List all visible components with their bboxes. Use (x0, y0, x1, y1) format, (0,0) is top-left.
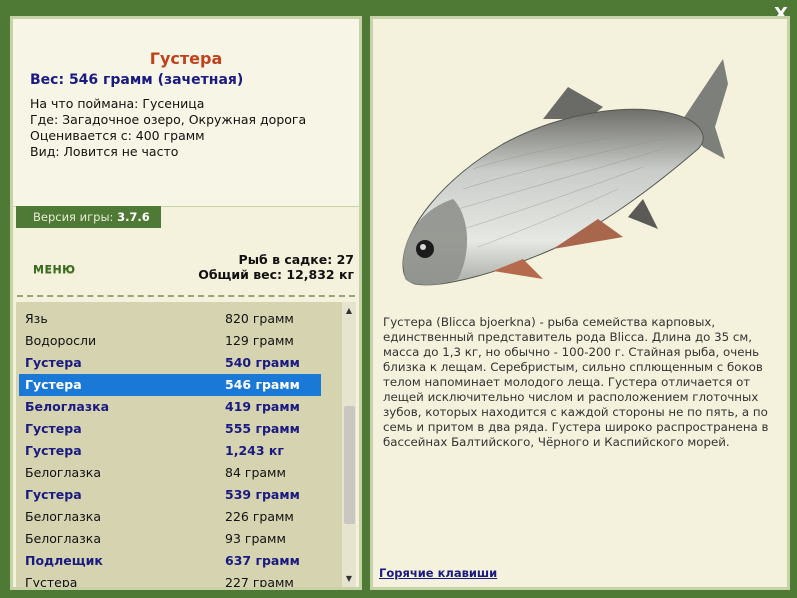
catch-fish-name: Густера (25, 443, 82, 458)
catch-list[interactable]: Язь 820 грамм Водоросли 129 грамм Густера 540… (16, 302, 356, 587)
scroll-down-arrow-icon[interactable]: ▼ (342, 572, 356, 586)
catch-fish-weight: 84 грамм (225, 465, 286, 480)
catch-fish-name: Подлещик (25, 553, 103, 568)
catch-list-row[interactable]: Язь 820 грамм (19, 308, 321, 330)
catch-fish-weight: 1,243 кг (225, 443, 284, 458)
catch-fish-name: Густера (25, 355, 82, 370)
fish-image (402, 59, 728, 286)
catch-fish-name: Густера (25, 377, 82, 392)
version-bar: Версия игры: 3.7.6 (16, 206, 161, 228)
scroll-up-arrow-icon[interactable]: ▲ (342, 304, 356, 318)
catch-fish-weight: 540 грамм (225, 355, 300, 370)
fish-weight: Вес: 546 грамм (зачетная) (30, 72, 244, 88)
catch-fish-weight: 227 грамм (225, 575, 294, 587)
catch-fish-weight: 93 грамм (225, 531, 286, 546)
menu-button[interactable]: МЕНЮ (33, 263, 76, 276)
catch-list-row[interactable]: Густера 539 грамм (19, 484, 321, 506)
catch-fish-weight: 555 грамм (225, 421, 300, 436)
left-panel: Густера Вес: 546 грамм (зачетная) На что… (10, 16, 362, 590)
hotkeys-link[interactable]: Горячие клавиши (379, 566, 497, 580)
catch-list-row[interactable]: Густера 540 грамм (19, 352, 321, 374)
catch-fish-name: Белоглазка (25, 465, 101, 480)
rarity-info: Вид: Ловится не часто (30, 144, 179, 159)
catch-fish-name: Водоросли (25, 333, 97, 348)
catch-fish-weight: 226 грамм (225, 509, 294, 524)
cage-stats: Рыб в садке: 27 Общий вес: 12,832 кг (198, 252, 354, 282)
catch-fish-name: Густера (25, 421, 82, 436)
catch-fish-weight: 129 грамм (225, 333, 294, 348)
location-info: Где: Загадочное озеро, Окружная дорога (30, 112, 307, 127)
catch-fish-weight: 546 грамм (225, 377, 300, 392)
fish-info-lines: На что поймана: Гусеница Где: Загадочное… (30, 96, 306, 160)
divider (17, 295, 355, 297)
catch-list-row[interactable]: Густера 1,243 кг (19, 440, 321, 462)
scrollbar[interactable]: ▲ ▼ (342, 302, 356, 587)
cage-count: Рыб в садке: 27 (238, 252, 354, 267)
catch-fish-name: Белоглазка (25, 509, 101, 524)
scrollbar-thumb[interactable] (344, 406, 355, 524)
catch-fish-name: Густера (25, 487, 82, 502)
right-panel: Густера (Blicca bjoerkna) - рыба семейст… (370, 16, 790, 590)
catch-list-row[interactable]: Водоросли 129 грамм (19, 330, 321, 352)
catch-fish-name: Густера (25, 575, 78, 587)
catch-fish-name: Белоглазка (25, 399, 110, 414)
bait-info: На что поймана: Гусеница (30, 96, 205, 111)
catch-list-row[interactable]: Белоглазка 93 грамм (19, 528, 321, 550)
catch-list-row[interactable]: Густера 227 грамм (19, 572, 321, 587)
catch-list-row[interactable]: Густера 555 грамм (19, 418, 321, 440)
fish-info-box: Густера Вес: 546 грамм (зачетная) На что… (13, 19, 359, 207)
catch-fish-weight: 539 грамм (225, 487, 300, 502)
cage-total-weight: Общий вес: 12,832 кг (198, 267, 354, 282)
threshold-info: Оценивается с: 400 грамм (30, 128, 205, 143)
version-value: 3.7.6 (117, 210, 150, 224)
catch-list-row[interactable]: Подлещик 637 грамм (19, 550, 321, 572)
catch-fish-weight: 637 грамм (225, 553, 300, 568)
catch-fish-weight: 419 грамм (225, 399, 300, 414)
catch-fish-name: Белоглазка (25, 531, 101, 546)
catch-fish-weight: 820 грамм (225, 311, 294, 326)
version-label: Версия игры: (33, 210, 114, 224)
fish-description: Густера (Blicca bjoerkna) - рыба семейст… (383, 315, 769, 449)
catch-list-row[interactable]: Густера 546 грамм (19, 374, 321, 396)
catch-list-row[interactable]: Белоглазка 419 грамм (19, 396, 321, 418)
fish-title: Густера (149, 49, 223, 68)
catch-list-row[interactable]: Белоглазка 84 грамм (19, 462, 321, 484)
catch-fish-name: Язь (25, 311, 48, 326)
catch-list-row[interactable]: Белоглазка 226 грамм (19, 506, 321, 528)
